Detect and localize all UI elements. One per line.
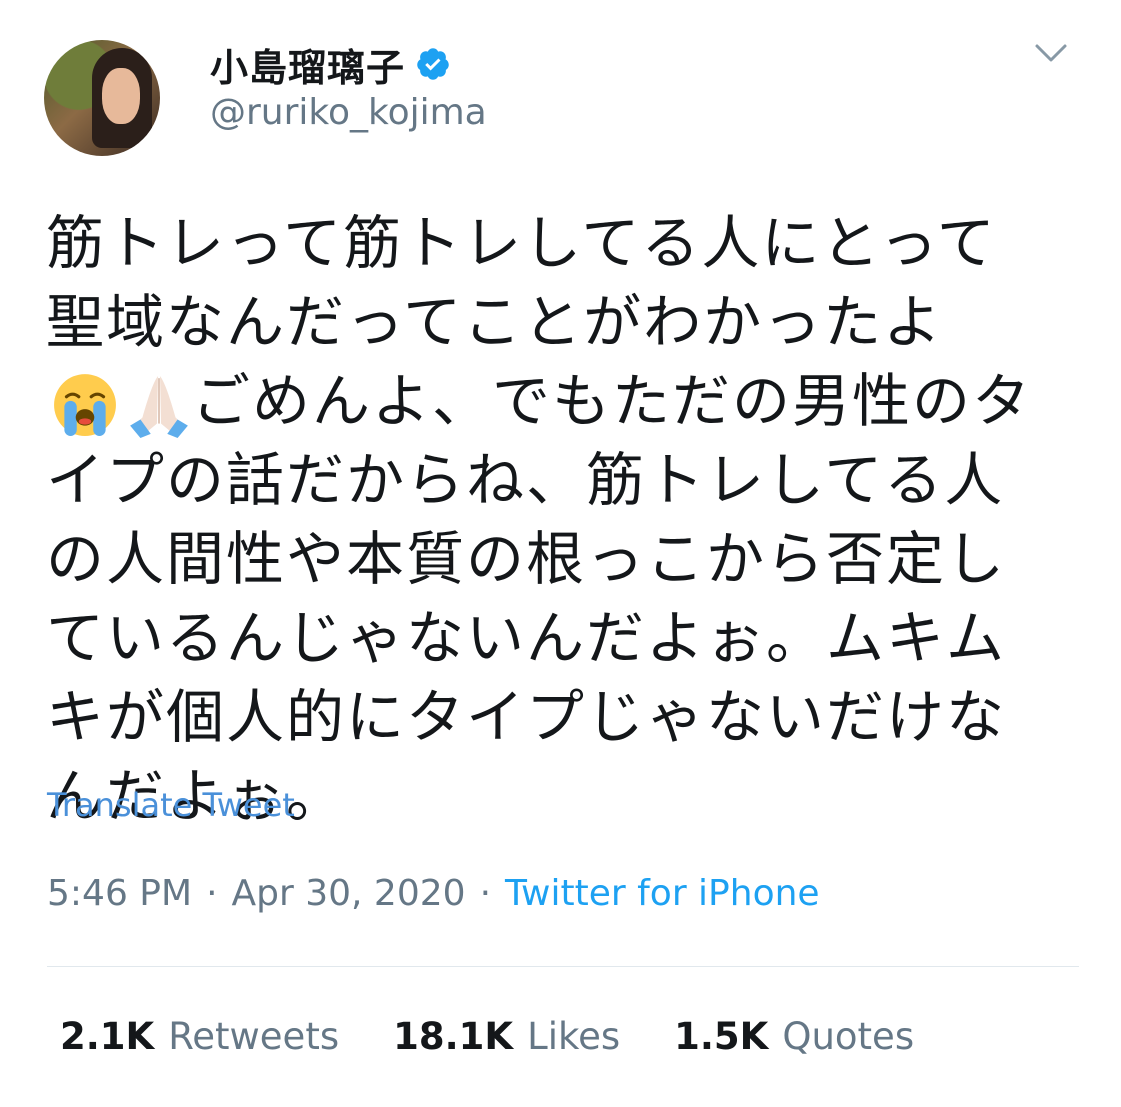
meta-separator: ·: [479, 873, 492, 914]
chevron-down-icon[interactable]: [1031, 38, 1071, 68]
author-avatar[interactable]: [44, 40, 160, 156]
tweet-emojis: [52, 372, 192, 438]
tweet-time[interactable]: 5:46 PM: [47, 873, 192, 914]
tweet-stats: 2.1K Retweets 18.1K Likes 1.5K Quotes: [60, 1015, 914, 1058]
verified-badge-icon: [417, 48, 449, 80]
translate-tweet-link[interactable]: Translate Tweet: [47, 786, 295, 824]
avatar-face: [102, 68, 140, 124]
retweets-stat[interactable]: 2.1K Retweets: [60, 1015, 339, 1058]
likes-stat[interactable]: 18.1K Likes: [393, 1015, 620, 1058]
tweet-text-part1: 筋トレって筋トレしてる人にとって聖域なんだってことがわかったよ: [46, 209, 997, 356]
likes-label: Likes: [527, 1015, 621, 1058]
folded-hands-icon: [130, 376, 188, 438]
likes-count: 18.1K: [393, 1015, 514, 1058]
tweet-meta: 5:46 PM · Apr 30, 2020 · Twitter for iPh…: [47, 873, 820, 914]
author-handle[interactable]: @ruriko_kojima: [210, 92, 487, 133]
loudly-crying-face-icon: [54, 373, 116, 436]
tweet-source-link[interactable]: Twitter for iPhone: [505, 873, 820, 914]
quotes-count: 1.5K: [674, 1015, 769, 1058]
meta-separator: ·: [206, 873, 218, 914]
retweets-label: Retweets: [168, 1015, 340, 1058]
quotes-label: Quotes: [782, 1015, 915, 1058]
divider: [47, 966, 1079, 967]
retweets-count: 2.1K: [60, 1015, 155, 1058]
tweet-date[interactable]: Apr 30, 2020: [232, 873, 466, 914]
author-display-name[interactable]: 小島瑠璃子: [210, 37, 405, 92]
tweet-text: 筋トレって筋トレしてる人にとって聖域なんだってことがわかったよ ごめんよ、でもた…: [46, 204, 1056, 836]
quotes-stat[interactable]: 1.5K Quotes: [674, 1015, 914, 1058]
author-name-row: 小島瑠璃子: [210, 40, 451, 90]
tweet-text-part2: ごめんよ、でもただの男性のタイプの話だからね、筋トレしてる人の人間性や本質の根っ…: [46, 367, 1033, 830]
